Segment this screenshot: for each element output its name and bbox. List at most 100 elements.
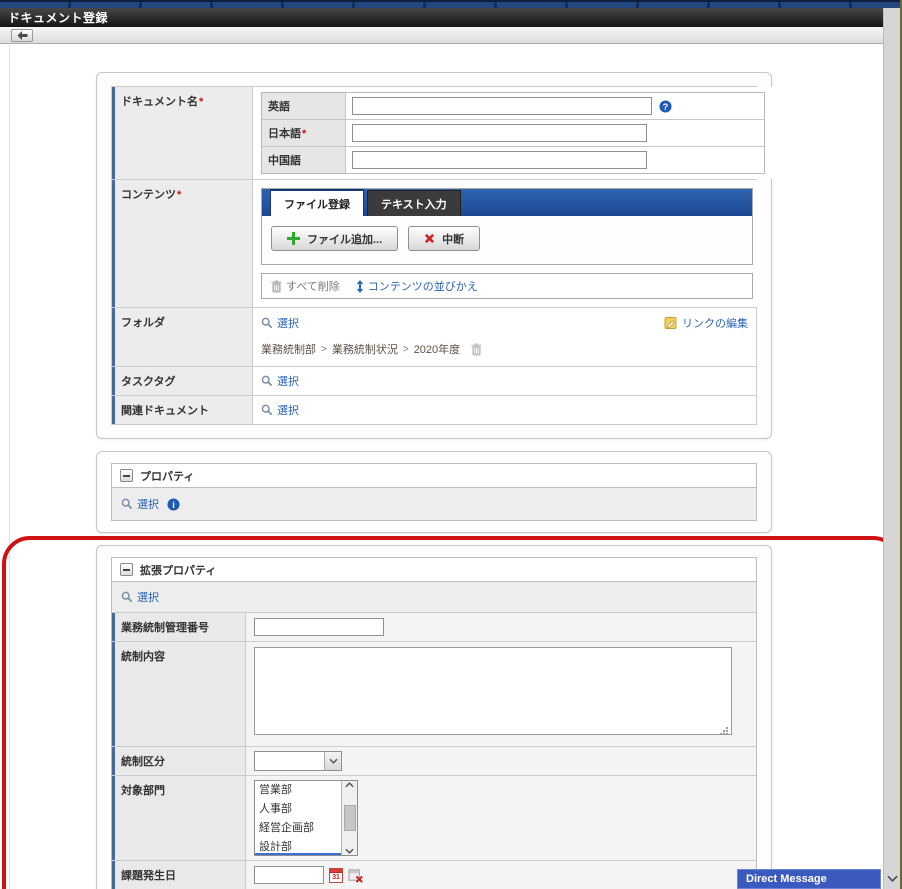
extended-properties-section: 拡張プロパティ 選択 業務統制管理番号 統制内容 統制区分 対象部門 営業部 人…	[111, 557, 757, 889]
english-name-input[interactable]	[352, 97, 652, 115]
tab-text-input[interactable]: テキスト入力	[367, 190, 461, 216]
control-content-textarea[interactable]	[254, 647, 732, 735]
row-target-department: 対象部門 営業部 人事部 経営企画部 設計部	[112, 775, 756, 860]
tasktag-select-link[interactable]: 選択	[261, 373, 299, 389]
back-button[interactable]	[11, 29, 33, 42]
browser-top-strip	[0, 0, 902, 8]
row-english: 英語 ?	[262, 93, 764, 120]
chinese-label: 中国語	[262, 147, 346, 173]
control-number-input[interactable]	[254, 618, 384, 636]
search-icon	[121, 498, 133, 510]
listbox-scrollbar[interactable]	[341, 781, 357, 855]
properties-title: プロパティ	[140, 470, 195, 483]
calendar-icon[interactable]: 31	[329, 867, 343, 883]
breadcrumb-item[interactable]: 業務統制状況	[332, 341, 398, 357]
list-item[interactable]: 経営企画部	[255, 819, 341, 838]
document-form-table: ドキュメント名* 英語 ? 日本語* 中国語 コンテンツ* ファイル登録 テキス…	[111, 86, 773, 425]
collapse-icon[interactable]	[120, 469, 133, 482]
tasktag-label: タスクタグ	[112, 367, 252, 395]
tab-file-upload[interactable]: ファイル登録	[270, 189, 364, 216]
row-control-number: 業務統制管理番号	[112, 612, 756, 641]
department-listbox[interactable]: 営業部 人事部 経営企画部 設計部	[254, 780, 358, 856]
content-actions-box: すべて削除 コンテンツの並びかえ	[261, 273, 753, 299]
properties-select-link[interactable]: 選択	[121, 496, 159, 512]
control-category-label: 統制区分	[112, 747, 245, 775]
english-label: 英語	[262, 93, 346, 119]
row-contents: コンテンツ* ファイル登録 テキスト入力 ファイル追加... 中断 すべて削除 …	[112, 180, 761, 308]
info-icon[interactable]: i	[167, 497, 180, 511]
japanese-label: 日本語*	[262, 120, 346, 146]
search-icon	[261, 317, 273, 329]
language-name-table: 英語 ? 日本語* 中国語	[261, 92, 765, 174]
document-form-panel: ドキュメント名* 英語 ? 日本語* 中国語 コンテンツ* ファイル登録 テキス…	[96, 72, 773, 439]
row-chinese: 中国語	[262, 147, 764, 173]
related-select-link[interactable]: 選択	[261, 402, 299, 418]
resize-grip-icon[interactable]	[719, 726, 729, 736]
folder-label: フォルダ	[112, 308, 252, 366]
list-item[interactable]: 人事部	[255, 800, 341, 819]
chevron-up-icon[interactable]	[345, 782, 354, 788]
selected-value	[255, 752, 324, 770]
chevron-down-icon	[328, 758, 338, 764]
scrollbar-thumb[interactable]	[343, 805, 356, 831]
vertical-scrollbar[interactable]	[883, 8, 900, 889]
window-title-bar: ドキュメント登録	[0, 8, 883, 27]
direct-message-badge[interactable]: Direct Message	[737, 869, 881, 889]
list-item[interactable]: 営業部	[255, 781, 341, 800]
search-icon	[261, 375, 273, 387]
extended-select-link[interactable]: 選択	[121, 589, 159, 605]
page-title: ドキュメント登録	[8, 11, 109, 25]
trash-icon[interactable]	[471, 342, 482, 356]
sort-vertical-icon	[356, 279, 364, 293]
breadcrumb-separator: >	[321, 343, 327, 355]
scrollbar-down-button[interactable]	[886, 871, 898, 885]
reorder-contents-link[interactable]: コンテンツの並びかえ	[356, 278, 478, 294]
search-icon	[261, 404, 273, 416]
row-control-category: 統制区分	[112, 746, 756, 775]
content-upload-box: ファイル登録 テキスト入力 ファイル追加... 中断	[261, 188, 753, 265]
row-tasktag: タスクタグ 選択	[112, 367, 756, 396]
link-edit-icon	[664, 316, 678, 330]
properties-section: プロパティ 選択 i	[111, 463, 757, 521]
abort-button[interactable]: 中断	[408, 226, 481, 251]
delete-all-action[interactable]: すべて削除	[271, 278, 340, 294]
row-control-content: 統制内容	[112, 641, 756, 746]
svg-text:i: i	[172, 499, 175, 509]
svg-text:?: ?	[663, 101, 669, 111]
help-icon[interactable]: ?	[659, 99, 672, 113]
row-japanese: 日本語*	[262, 120, 764, 147]
back-icon	[17, 31, 28, 40]
row-related-documents: 関連ドキュメント 選択	[112, 396, 756, 424]
edit-links-link[interactable]: リンクの編集	[664, 315, 748, 331]
issue-date-input[interactable]	[254, 866, 324, 884]
folder-breadcrumb: 業務統制部 > 業務統制状況 > 2020年度	[261, 341, 748, 357]
control-category-select[interactable]	[254, 751, 342, 771]
extended-properties-title: 拡張プロパティ	[140, 564, 217, 577]
collapse-icon[interactable]	[120, 563, 133, 576]
plus-icon	[287, 232, 300, 245]
row-issue-date: 課題発生日 31	[112, 860, 756, 889]
required-mark: *	[177, 189, 182, 201]
file-upload-tab-content: ファイル追加... 中断	[262, 216, 752, 264]
extended-properties-panel: 拡張プロパティ 選択 業務統制管理番号 統制内容 統制区分 対象部門 営業部 人…	[96, 545, 772, 889]
required-mark: *	[302, 128, 307, 140]
breadcrumb-item[interactable]: 2020年度	[414, 341, 460, 357]
search-icon	[121, 591, 133, 603]
add-file-button[interactable]: ファイル追加...	[271, 226, 399, 251]
cancel-icon	[424, 233, 435, 244]
chevron-down-icon[interactable]	[345, 848, 354, 854]
japanese-name-input[interactable]	[352, 124, 647, 142]
control-content-label: 統制内容	[112, 642, 245, 746]
calendar-clear-icon[interactable]	[348, 868, 364, 883]
issue-date-label: 課題発生日	[112, 861, 245, 889]
breadcrumb-item[interactable]: 業務統制部	[261, 341, 316, 357]
chinese-name-input[interactable]	[352, 151, 647, 169]
required-mark: *	[199, 96, 204, 108]
page-content: ドキュメント名* 英語 ? 日本語* 中国語 コンテンツ* ファイル登録 テキス…	[0, 44, 883, 889]
document-name-value: 英語 ? 日本語* 中国語	[252, 87, 773, 179]
target-department-label: 対象部門	[112, 776, 245, 860]
properties-panel: プロパティ 選択 i	[96, 451, 772, 533]
folder-select-link[interactable]: 選択	[261, 315, 299, 331]
content-tab-bar: ファイル登録 テキスト入力	[262, 189, 752, 216]
list-item[interactable]: 設計部	[255, 838, 341, 853]
